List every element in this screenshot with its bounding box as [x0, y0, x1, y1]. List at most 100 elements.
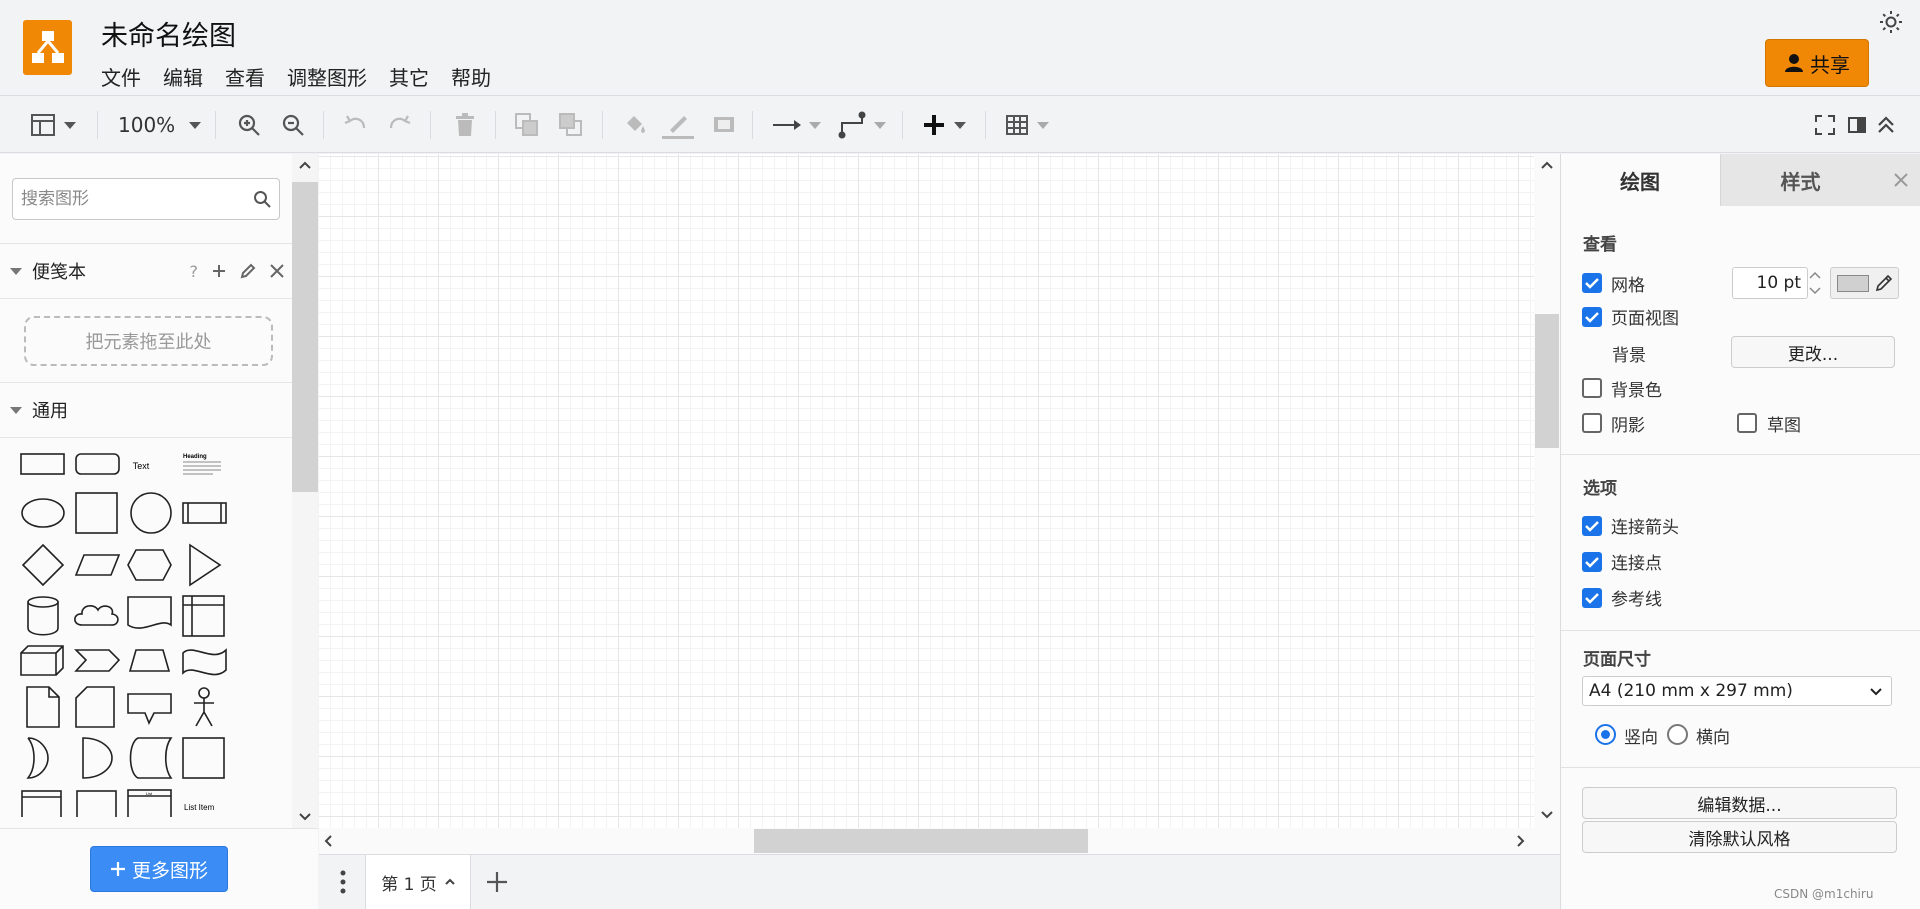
portrait-radio[interactable] — [1595, 724, 1616, 745]
connection-points-checkbox[interactable] — [1582, 552, 1602, 572]
format-panel-toggle[interactable] — [1847, 110, 1867, 140]
search-input[interactable] — [21, 187, 241, 211]
scratchpad-header[interactable]: 便笺本 ? — [0, 243, 292, 299]
line-color-button[interactable] — [662, 110, 694, 140]
scratchpad-tools: ? — [190, 262, 285, 281]
scroll-down-icon[interactable] — [1540, 810, 1554, 820]
scroll-down-icon[interactable] — [298, 812, 312, 822]
fill-color-button[interactable] — [621, 110, 649, 140]
edit-icon[interactable] — [240, 263, 256, 279]
undo-button[interactable] — [342, 110, 368, 140]
background-color-checkbox[interactable] — [1582, 378, 1602, 398]
clear-default-style-button[interactable]: 清除默认风格 — [1582, 821, 1897, 853]
more-shapes-label: 更多图形 — [131, 859, 208, 882]
note-shape — [26, 686, 60, 728]
connection-dropdown[interactable] — [773, 110, 821, 140]
canvas-vertical-scrollbar[interactable] — [1534, 154, 1560, 828]
fullscreen-button[interactable] — [1814, 110, 1836, 140]
canvas-vertical-scroll-thumb[interactable] — [1535, 314, 1559, 448]
check-icon — [1585, 557, 1599, 568]
zoom-in-icon — [238, 114, 260, 136]
shadow-button[interactable] — [711, 110, 737, 140]
plus-icon — [110, 862, 125, 876]
table-dropdown[interactable] — [1005, 110, 1049, 140]
scroll-up-icon[interactable] — [298, 160, 312, 170]
zoom-dropdown[interactable]: 100% — [118, 110, 202, 140]
search-icon[interactable] — [253, 190, 271, 208]
page-size-section-title: 页面尺寸 — [1583, 650, 1651, 670]
zoom-out-button[interactable] — [280, 110, 306, 140]
check-icon — [1585, 278, 1599, 289]
chevron-up-icon[interactable] — [445, 878, 455, 886]
to-front-button[interactable] — [514, 110, 540, 140]
grid-size-input[interactable]: 10 pt — [1732, 267, 1808, 299]
page-tab-1[interactable]: 第 1 页 — [365, 855, 471, 909]
share-label: 共享 — [1810, 52, 1850, 77]
sketch-checkbox[interactable] — [1737, 413, 1757, 433]
scroll-left-icon[interactable] — [323, 834, 333, 848]
help-icon[interactable]: ? — [190, 262, 199, 281]
line-color-icon — [662, 116, 694, 139]
divider — [1561, 767, 1920, 768]
tab-diagram[interactable]: 绘图 — [1561, 154, 1719, 206]
grid-color-button[interactable] — [1830, 267, 1899, 299]
canvas-horizontal-scroll-thumb[interactable] — [754, 829, 1088, 853]
share-button[interactable]: 共享 — [1765, 39, 1869, 87]
to-back-button[interactable] — [558, 110, 584, 140]
menu-help[interactable]: 帮助 — [440, 60, 502, 93]
delay-shape — [82, 737, 113, 779]
menu-arrange[interactable]: 调整图形 — [276, 60, 378, 93]
zoom-in-button[interactable] — [236, 110, 262, 140]
edit-data-button[interactable]: 编辑数据... — [1582, 787, 1897, 819]
app-header: 未命名绘图 文件 编辑 查看 调整图形 其它 帮助 共享 — [0, 0, 1920, 96]
document-title[interactable]: 未命名绘图 — [101, 14, 236, 53]
format-view-button[interactable] — [30, 110, 76, 140]
grid-label: 网格 — [1611, 276, 1645, 296]
background-color-label: 背景色 — [1611, 381, 1662, 401]
redo-button[interactable] — [387, 110, 413, 140]
grid-size-stepper[interactable] — [1807, 267, 1823, 299]
process-shape — [182, 502, 227, 524]
more-shapes-button[interactable]: 更多图形 — [90, 846, 228, 892]
shape-palette[interactable]: Text Heading List List Item — [18, 445, 238, 817]
scratchpad-drop-zone[interactable]: 把元素拖至此处 — [24, 316, 273, 366]
add-page-icon[interactable] — [486, 871, 508, 893]
scroll-right-icon[interactable] — [1516, 834, 1526, 848]
page-size-select[interactable]: A4 (210 mm x 297 mm) — [1582, 676, 1892, 706]
rounded-rectangle-shape — [75, 453, 120, 475]
scroll-up-icon[interactable] — [1540, 160, 1554, 170]
menu-extras[interactable]: 其它 — [378, 60, 440, 93]
delete-button[interactable] — [453, 110, 477, 140]
scratchpad-title: 便笺本 — [32, 262, 86, 283]
parallelogram-shape — [74, 554, 121, 576]
expand-icon — [10, 267, 22, 275]
change-background-button[interactable]: 更改... — [1731, 336, 1895, 368]
diagram-canvas[interactable] — [319, 154, 1534, 828]
tab-style[interactable]: 样式 — [1720, 154, 1880, 206]
background-label: 背景 — [1612, 346, 1646, 366]
connection-arrows-label: 连接箭头 — [1611, 518, 1679, 538]
landscape-radio[interactable] — [1667, 724, 1688, 745]
grid-checkbox[interactable] — [1582, 273, 1602, 293]
app-logo-icon[interactable] — [23, 20, 72, 75]
guides-checkbox[interactable] — [1582, 588, 1602, 608]
menu-file[interactable]: 文件 — [101, 60, 152, 93]
sidebar-scroll-thumb[interactable] — [292, 182, 318, 492]
waypoints-dropdown[interactable] — [838, 110, 886, 140]
collapse-button[interactable] — [1875, 110, 1897, 140]
close-panel-button[interactable] — [1880, 154, 1920, 206]
insert-dropdown[interactable] — [922, 110, 966, 140]
page-tab-bar — [319, 854, 1560, 909]
add-icon[interactable] — [212, 264, 226, 278]
collapse-icon — [1878, 116, 1894, 133]
sun-icon[interactable] — [1879, 10, 1903, 38]
close-icon[interactable] — [270, 264, 284, 278]
general-header[interactable]: 通用 — [0, 382, 292, 438]
connection-arrows-checkbox[interactable] — [1582, 516, 1602, 536]
pages-menu-icon[interactable] — [340, 870, 346, 894]
menu-edit[interactable]: 编辑 — [152, 60, 214, 93]
shadow-checkbox[interactable] — [1582, 413, 1602, 433]
format-panel-icon — [1848, 117, 1866, 133]
page-view-checkbox[interactable] — [1582, 307, 1602, 327]
menu-view[interactable]: 查看 — [214, 60, 276, 93]
